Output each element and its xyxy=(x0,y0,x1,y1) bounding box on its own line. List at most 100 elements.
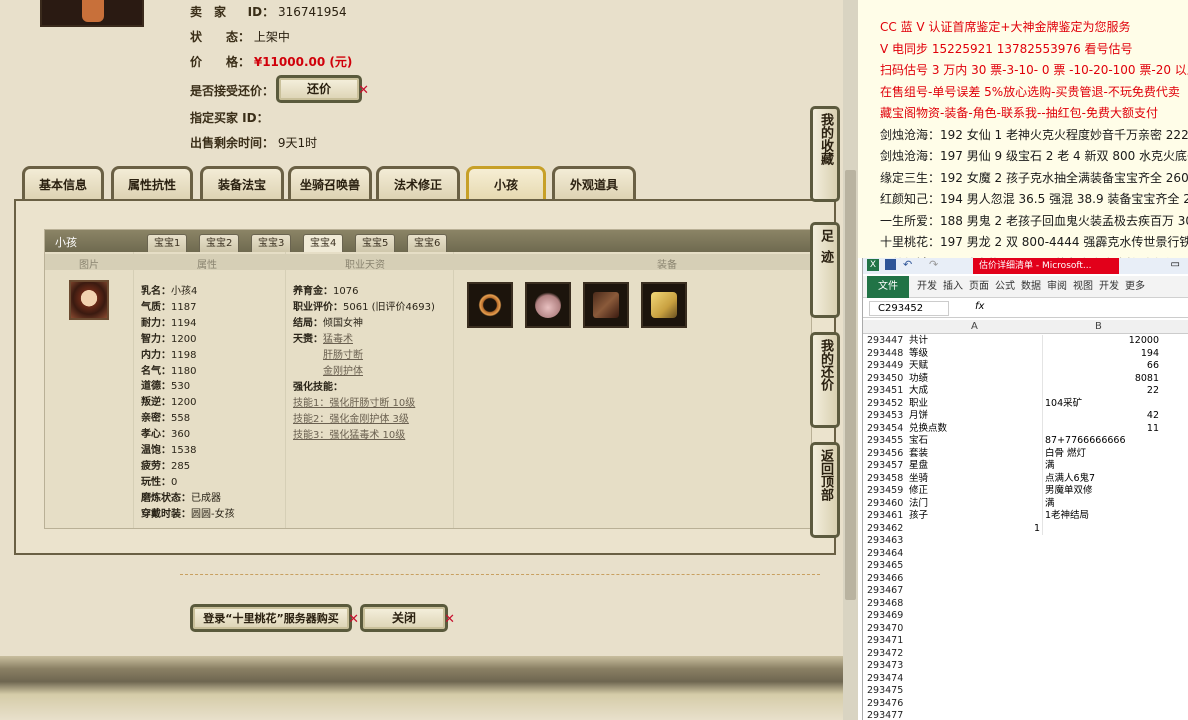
tab-basic-info[interactable]: 基本信息 xyxy=(22,166,104,200)
row-number[interactable]: 293449 xyxy=(867,360,909,373)
talent-link-text[interactable]: 肝肠寸断 xyxy=(323,350,363,361)
sheet-row[interactable]: 293458 坐骑 点满人6鬼7 xyxy=(863,472,1188,486)
sheet-row[interactable]: 293463 xyxy=(863,535,1188,548)
ribbon-tab[interactable]: 页面 xyxy=(969,276,989,298)
cell-a[interactable]: 星盘 xyxy=(909,460,1043,473)
cell-b[interactable]: 194 xyxy=(1045,348,1159,361)
sheet-row[interactable]: 293452 职业 104采矿 xyxy=(863,397,1188,411)
row-number[interactable]: 293467 xyxy=(867,585,909,598)
row-number[interactable]: 293454 xyxy=(867,423,909,436)
ribbon-tab[interactable]: 视图 xyxy=(1073,276,1093,298)
minimize-icon[interactable]: ▭ xyxy=(1171,259,1180,270)
sheet-row[interactable]: 293464 xyxy=(863,548,1188,561)
ribbon-tab[interactable]: 审阅 xyxy=(1047,276,1067,298)
undo-icon[interactable]: ↶ xyxy=(903,258,912,271)
skill-link[interactable]: 技能3：强化猛毒术 10级 xyxy=(293,426,405,441)
save-icon[interactable] xyxy=(885,259,896,270)
cell-b[interactable]: 男魔单双修 xyxy=(1045,485,1159,498)
ribbon-tab[interactable]: 开发 xyxy=(1099,276,1119,298)
cell-b[interactable]: 12000 xyxy=(1045,335,1159,348)
sheet-row[interactable]: 293475 xyxy=(863,685,1188,698)
row-number[interactable]: 293458 xyxy=(867,473,909,486)
ribbon-tab[interactable]: 公式 xyxy=(995,276,1015,298)
tab-child[interactable]: 小孩 xyxy=(466,166,546,200)
offer-button[interactable]: 还价 ✕ xyxy=(276,75,369,103)
sheet-row[interactable]: 293462 1 xyxy=(863,522,1188,536)
sheet-grid[interactable]: 293447 共计 12000 293448 等级 194 293449 天赋 66 293450… xyxy=(863,335,1188,720)
sheet-row[interactable]: 293474 xyxy=(863,673,1188,686)
skill-link-text[interactable]: 技能3：强化猛毒术 10级 xyxy=(293,430,405,441)
sheet-row[interactable]: 293447 共计 12000 xyxy=(863,335,1188,348)
skill-link-text[interactable]: 技能1：强化肝肠寸断 10级 xyxy=(293,398,415,409)
equipment-slot[interactable] xyxy=(641,282,687,328)
ribbon-tab-file[interactable]: 文件 xyxy=(867,276,909,298)
cell-b[interactable]: 满 xyxy=(1045,460,1159,473)
sheet-row[interactable]: 293453 月饼 42 xyxy=(863,410,1188,423)
subtab-baby-2[interactable]: 宝宝2 xyxy=(199,234,240,252)
sheet-row[interactable]: 293451 大成 22 xyxy=(863,385,1188,398)
row-number[interactable]: 293452 xyxy=(867,398,909,411)
row-number[interactable]: 293472 xyxy=(867,648,909,661)
skill-link[interactable]: 技能1：强化肝肠寸断 10级 xyxy=(293,394,415,409)
sheet-row[interactable]: 293456 套装 白骨 燃灯 xyxy=(863,447,1188,460)
sheet-row[interactable]: 293469 xyxy=(863,610,1188,623)
cell-b[interactable]: 104采矿 xyxy=(1045,398,1159,411)
talent-link[interactable]: 金刚护体 xyxy=(323,362,363,377)
cell-a[interactable]: 大成 xyxy=(909,385,1043,398)
cell-b[interactable]: 42 xyxy=(1045,410,1159,423)
subtab-baby-3[interactable]: 宝宝3 xyxy=(251,234,292,252)
cell-a[interactable]: 月饼 xyxy=(909,410,1043,423)
row-number[interactable]: 293457 xyxy=(867,460,909,473)
subtab-baby-6[interactable]: 宝宝6 xyxy=(407,234,448,252)
my-offers-button[interactable]: 我的还价 xyxy=(810,332,840,428)
cell-a[interactable]: 等级 xyxy=(909,347,1043,360)
cell-a[interactable]: 天赋 xyxy=(909,360,1043,373)
cell-a[interactable]: 职业 xyxy=(909,397,1043,410)
sheet-row[interactable]: 293461 孩子 1老神结局 xyxy=(863,510,1188,523)
row-number[interactable]: 293477 xyxy=(867,710,909,720)
cell-a[interactable]: 共计 xyxy=(909,335,1043,348)
row-number[interactable]: 293463 xyxy=(867,535,909,548)
cell-b[interactable]: 1老神结局 xyxy=(1045,510,1159,523)
cell-b[interactable]: 8081 xyxy=(1045,373,1159,386)
sheet-row[interactable]: 293470 xyxy=(863,623,1188,636)
scrollbar-thumb[interactable] xyxy=(845,170,856,600)
equipment-slot[interactable] xyxy=(525,282,571,328)
row-number[interactable]: 293448 xyxy=(867,348,909,361)
redo-icon[interactable]: ↷ xyxy=(929,258,938,271)
cell-b[interactable]: 11 xyxy=(1045,423,1159,436)
skill-link[interactable]: 技能2：强化金刚护体 3级 xyxy=(293,410,409,425)
cell-b[interactable]: 点满人6鬼7 xyxy=(1045,473,1159,486)
close-button[interactable]: 关闭 ✕ xyxy=(360,604,455,632)
row-number[interactable]: 293459 xyxy=(867,485,909,498)
row-number[interactable]: 293460 xyxy=(867,498,909,511)
cell-b[interactable]: 87+7766666666 xyxy=(1045,435,1159,448)
ribbon-tab[interactable]: 更多 xyxy=(1125,276,1145,298)
cell-a[interactable]: 坐骑 xyxy=(909,472,1043,485)
ribbon-tab[interactable]: 插入 xyxy=(943,276,963,298)
column-a-header[interactable]: A xyxy=(971,321,978,332)
my-favorites-button[interactable]: 我的收藏 xyxy=(810,106,840,202)
cell-a[interactable]: 功绩 xyxy=(909,372,1043,385)
row-number[interactable]: 293462 xyxy=(867,523,909,536)
equipment-slot[interactable] xyxy=(467,282,513,328)
skill-link-text[interactable]: 技能2：强化金刚护体 3级 xyxy=(293,414,409,425)
row-number[interactable]: 293470 xyxy=(867,623,909,636)
row-number[interactable]: 293464 xyxy=(867,548,909,561)
row-number[interactable]: 293453 xyxy=(867,410,909,423)
tab-appearance[interactable]: 外观道具 xyxy=(552,166,636,200)
subtab-baby-1[interactable]: 宝宝1 xyxy=(147,234,188,252)
sheet-row[interactable]: 293471 xyxy=(863,635,1188,648)
row-number[interactable]: 293475 xyxy=(867,685,909,698)
subtab-baby-5[interactable]: 宝宝5 xyxy=(355,234,396,252)
column-b-header[interactable]: B xyxy=(1095,321,1102,332)
sheet-row[interactable]: 293477 xyxy=(863,710,1188,720)
sheet-row[interactable]: 293457 星盘满 xyxy=(863,460,1188,473)
back-to-top-button[interactable]: 返回顶部 xyxy=(810,442,840,538)
row-number[interactable]: 293447 xyxy=(867,335,909,348)
sheet-row[interactable]: 293472 xyxy=(863,648,1188,661)
row-number[interactable]: 293465 xyxy=(867,560,909,573)
sheet-row[interactable]: 293449 天赋 66 xyxy=(863,360,1188,373)
cell-a[interactable]: 宝石 xyxy=(909,435,1043,448)
row-number[interactable]: 293455 xyxy=(867,435,909,448)
